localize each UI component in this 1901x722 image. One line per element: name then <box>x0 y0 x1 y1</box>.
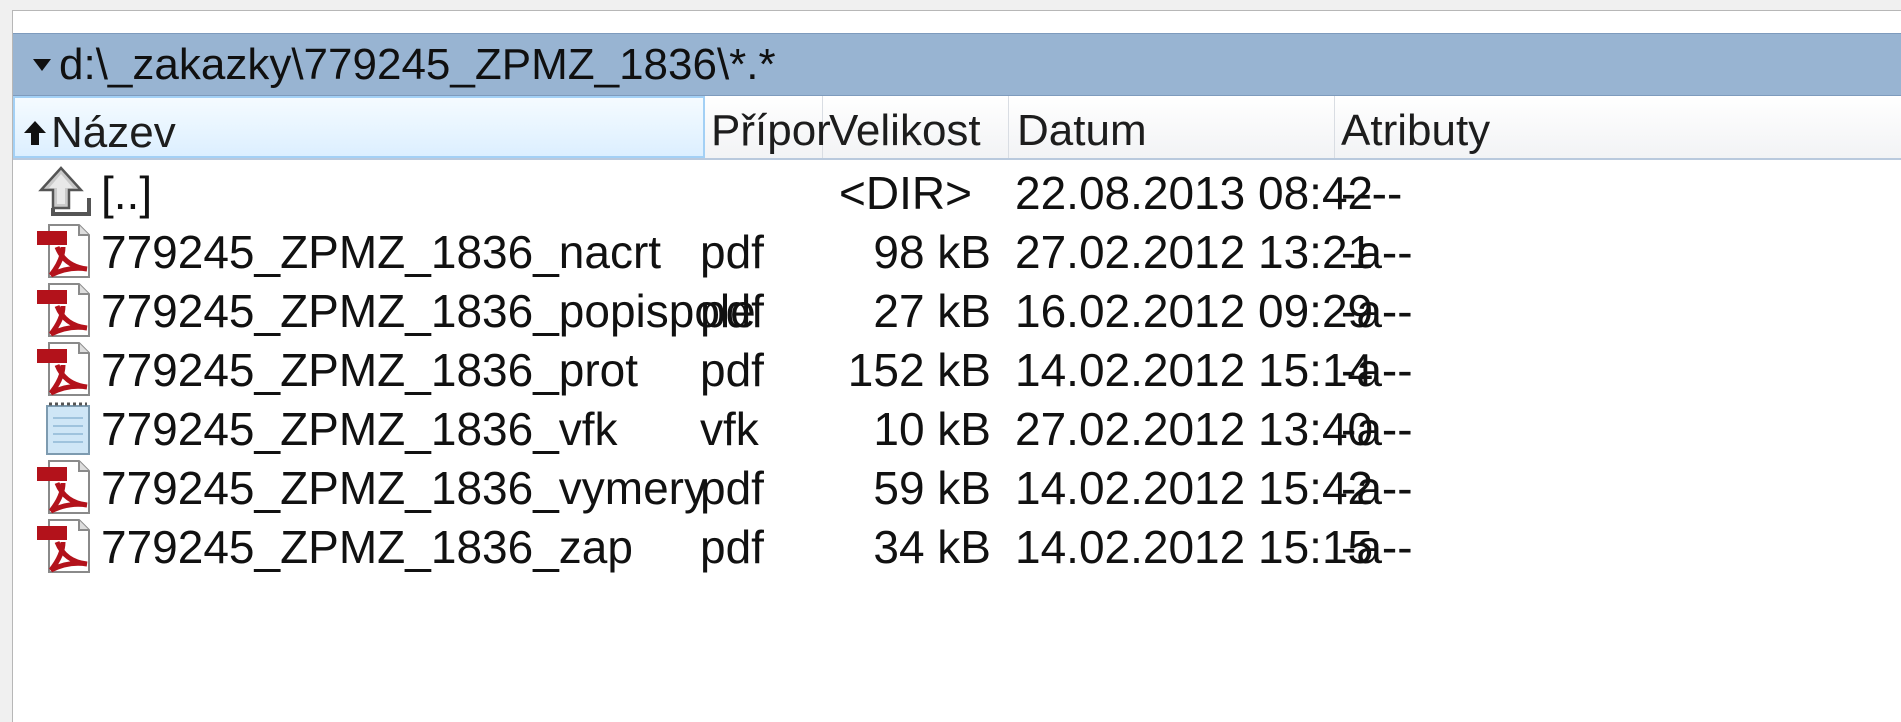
file-row[interactable]: 779245_ZPMZ_1836_nacrt pdf 98 kB 27.02.2… <box>13 220 1901 279</box>
column-header-attributes[interactable]: Atributy <box>1335 96 1901 158</box>
file-date: 16.02.2012 09:29 <box>1015 285 1374 337</box>
file-date: 14.02.2012 15:42 <box>1015 462 1374 514</box>
column-header-extension[interactable]: Přípor <box>705 96 831 158</box>
file-extension: pdf <box>700 462 764 514</box>
file-size: <DIR> <box>839 167 972 219</box>
file-row[interactable]: 779245_ZPMZ_1836_prot pdf 152 kB 14.02.2… <box>13 338 1901 397</box>
file-attributes: -a-- <box>1341 462 1413 514</box>
file-size: 152 kB <box>847 344 991 396</box>
file-row[interactable]: 779245_ZPMZ_1836_vfk vfk 10 kB 27.02.201… <box>13 397 1901 456</box>
file-size: 34 kB <box>873 521 991 573</box>
column-header-extension-label: Přípor <box>711 106 831 155</box>
file-name: 779245_ZPMZ_1836_prot <box>101 344 639 396</box>
file-name: [..] <box>101 167 153 219</box>
file-extension: vfk <box>700 403 759 455</box>
column-header-size[interactable]: Velikost <box>823 96 1009 158</box>
column-header-bar: Název Přípor Velikost Datum Atributy <box>13 96 1901 160</box>
pdf-icon <box>35 341 95 397</box>
file-row[interactable]: 779245_ZPMZ_1836_vymery pdf 59 kB 14.02.… <box>13 456 1901 515</box>
pdf-icon <box>35 518 95 574</box>
column-header-size-label: Velikost <box>829 106 981 155</box>
column-header-attributes-label: Atributy <box>1341 106 1491 155</box>
file-name: 779245_ZPMZ_1836_vfk <box>101 403 618 455</box>
file-attributes: -a-- <box>1341 285 1413 337</box>
file-extension: pdf <box>700 285 764 337</box>
file-attributes: -a-- <box>1341 344 1413 396</box>
file-date: 27.02.2012 13:40 <box>1015 403 1374 455</box>
file-date: 27.02.2012 13:21 <box>1015 226 1374 278</box>
dropdown-arrow-icon[interactable] <box>33 59 51 72</box>
file-attributes: -a-- <box>1341 226 1413 278</box>
file-attributes: -a-- <box>1341 521 1413 573</box>
file-name: 779245_ZPMZ_1836_vymery <box>101 462 707 514</box>
file-attributes: -a-- <box>1341 403 1413 455</box>
parent-folder-icon <box>35 164 95 220</box>
pdf-icon <box>35 459 95 515</box>
file-extension: pdf <box>700 226 764 278</box>
file-name: 779245_ZPMZ_1836_zap <box>101 521 633 573</box>
file-extension: pdf <box>700 521 764 573</box>
sort-ascending-icon <box>23 119 47 147</box>
file-name: 779245_ZPMZ_1836_popispole <box>101 285 756 337</box>
file-attributes: ---- <box>1341 167 1403 219</box>
file-date: 14.02.2012 15:14 <box>1015 344 1374 396</box>
file-list: [..] <DIR> 22.08.2013 08:42 ---- 779245_… <box>13 161 1901 574</box>
file-row-parent[interactable]: [..] <DIR> 22.08.2013 08:42 ---- <box>13 161 1901 220</box>
file-size: 98 kB <box>873 226 991 278</box>
column-header-date-label: Datum <box>1017 106 1147 155</box>
current-path: d:\_zakazky\779245_ZPMZ_1836\*.* <box>59 40 776 89</box>
file-date: 22.08.2013 08:42 <box>1015 167 1374 219</box>
pdf-icon <box>35 223 95 279</box>
file-name: 779245_ZPMZ_1836_nacrt <box>101 226 662 278</box>
file-date: 14.02.2012 15:15 <box>1015 521 1374 573</box>
file-size: 10 kB <box>873 403 991 455</box>
column-header-name[interactable]: Název <box>13 96 705 158</box>
file-size: 59 kB <box>873 462 991 514</box>
file-row[interactable]: 779245_ZPMZ_1836_zap pdf 34 kB 14.02.201… <box>13 515 1901 574</box>
file-panel: d:\_zakazky\779245_ZPMZ_1836\*.* Název P… <box>12 10 1901 722</box>
pdf-icon <box>35 282 95 338</box>
column-header-name-label: Název <box>51 108 176 157</box>
path-bar[interactable]: d:\_zakazky\779245_ZPMZ_1836\*.* <box>13 33 1901 96</box>
notepad-icon <box>35 400 95 456</box>
file-row[interactable]: 779245_ZPMZ_1836_popispole pdf 27 kB 16.… <box>13 279 1901 338</box>
column-header-date[interactable]: Datum <box>1009 96 1335 158</box>
file-size: 27 kB <box>873 285 991 337</box>
file-extension: pdf <box>700 344 764 396</box>
